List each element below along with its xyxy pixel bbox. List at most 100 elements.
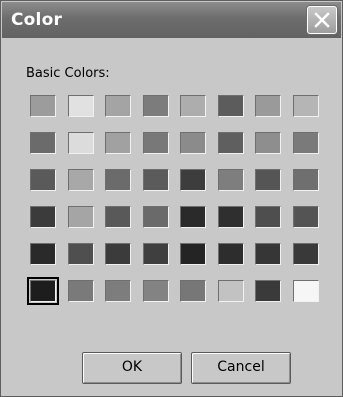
color-swatch-fill: [30, 169, 56, 191]
color-swatch-fill: [105, 243, 131, 265]
color-swatch[interactable]: [178, 204, 208, 230]
color-swatch-fill: [30, 95, 56, 117]
color-swatch[interactable]: [141, 241, 171, 267]
color-swatch-fill: [218, 206, 244, 228]
color-swatch-fill: [68, 132, 94, 154]
color-swatch[interactable]: [141, 278, 171, 304]
color-swatch-fill: [68, 280, 94, 302]
color-swatch[interactable]: [178, 278, 208, 304]
title-bar[interactable]: Color: [2, 2, 341, 38]
color-swatch-fill: [105, 132, 131, 154]
color-swatch-fill: [180, 95, 206, 117]
color-swatch-fill: [255, 169, 281, 191]
color-swatch[interactable]: [28, 93, 58, 119]
color-swatch[interactable]: [28, 167, 58, 193]
color-swatch[interactable]: [103, 278, 133, 304]
color-swatch[interactable]: [253, 204, 283, 230]
color-swatch[interactable]: [66, 93, 96, 119]
color-swatch-fill: [293, 280, 319, 302]
color-swatch-fill: [180, 243, 206, 265]
color-swatch-fill: [30, 132, 56, 154]
color-swatch[interactable]: [291, 130, 321, 156]
cancel-button[interactable]: Cancel: [191, 352, 291, 384]
color-swatch[interactable]: [141, 93, 171, 119]
color-swatch[interactable]: [291, 278, 321, 304]
color-swatch[interactable]: [141, 130, 171, 156]
dialog-content: Basic Colors: OK Cancel: [2, 39, 341, 395]
color-swatch[interactable]: [103, 130, 133, 156]
color-swatch-fill: [293, 243, 319, 265]
color-swatch[interactable]: [216, 130, 246, 156]
color-swatch-fill: [255, 243, 281, 265]
color-swatch-fill: [105, 206, 131, 228]
color-swatch-fill: [218, 280, 244, 302]
color-swatch[interactable]: [216, 278, 246, 304]
color-swatch[interactable]: [291, 93, 321, 119]
color-swatch-fill: [30, 243, 56, 265]
color-swatch[interactable]: [216, 93, 246, 119]
color-swatch-fill: [218, 243, 244, 265]
color-dialog: Color Basic Colors: OK Cancel: [0, 0, 343, 397]
color-swatch-fill: [143, 206, 169, 228]
color-swatch[interactable]: [66, 204, 96, 230]
color-swatch[interactable]: [216, 204, 246, 230]
color-swatch[interactable]: [28, 241, 58, 267]
color-swatch[interactable]: [103, 93, 133, 119]
window-title: Color: [11, 10, 63, 30]
color-swatch[interactable]: [253, 241, 283, 267]
color-swatch-fill: [68, 95, 94, 117]
close-button[interactable]: [307, 6, 337, 34]
color-swatch[interactable]: [66, 241, 96, 267]
basic-colors-label: Basic Colors:: [26, 66, 110, 81]
color-swatch[interactable]: [253, 167, 283, 193]
color-swatch-fill: [105, 95, 131, 117]
color-swatch[interactable]: [253, 93, 283, 119]
color-swatch[interactable]: [178, 167, 208, 193]
color-swatch-fill: [105, 280, 131, 302]
color-swatch-fill: [143, 95, 169, 117]
color-swatch[interactable]: [66, 167, 96, 193]
color-swatch[interactable]: [216, 241, 246, 267]
color-swatch-fill: [68, 206, 94, 228]
color-swatch[interactable]: [103, 204, 133, 230]
color-swatch-fill: [143, 169, 169, 191]
color-swatch-fill: [255, 95, 281, 117]
color-swatch[interactable]: [103, 241, 133, 267]
color-swatch[interactable]: [28, 130, 58, 156]
color-swatch[interactable]: [291, 204, 321, 230]
color-swatch[interactable]: [27, 277, 59, 305]
color-swatch-fill: [293, 95, 319, 117]
color-swatch[interactable]: [141, 167, 171, 193]
color-swatch[interactable]: [66, 278, 96, 304]
color-swatch[interactable]: [66, 130, 96, 156]
color-swatch-fill: [218, 169, 244, 191]
close-icon: [314, 12, 330, 28]
color-swatch[interactable]: [291, 167, 321, 193]
color-swatch-fill: [105, 169, 131, 191]
color-swatch[interactable]: [216, 167, 246, 193]
color-swatch[interactable]: [253, 278, 283, 304]
color-swatch-fill: [180, 206, 206, 228]
color-swatch-fill: [143, 280, 169, 302]
color-swatch[interactable]: [253, 130, 283, 156]
color-swatch[interactable]: [178, 241, 208, 267]
color-swatch-fill: [218, 132, 244, 154]
color-swatch[interactable]: [103, 167, 133, 193]
color-swatch-fill: [68, 169, 94, 191]
color-swatch-fill: [255, 132, 281, 154]
color-swatch-fill: [180, 132, 206, 154]
color-swatch-fill: [218, 95, 244, 117]
color-swatch-fill: [30, 280, 56, 302]
color-swatch[interactable]: [178, 93, 208, 119]
color-swatch-fill: [143, 132, 169, 154]
ok-button[interactable]: OK: [82, 352, 182, 384]
color-swatch[interactable]: [141, 204, 171, 230]
color-swatch[interactable]: [178, 130, 208, 156]
color-swatch-fill: [255, 206, 281, 228]
color-swatch-fill: [180, 169, 206, 191]
color-swatch-fill: [293, 132, 319, 154]
color-swatch-fill: [143, 243, 169, 265]
color-swatch-fill: [180, 280, 206, 302]
color-swatch[interactable]: [291, 241, 321, 267]
color-swatch[interactable]: [28, 204, 58, 230]
